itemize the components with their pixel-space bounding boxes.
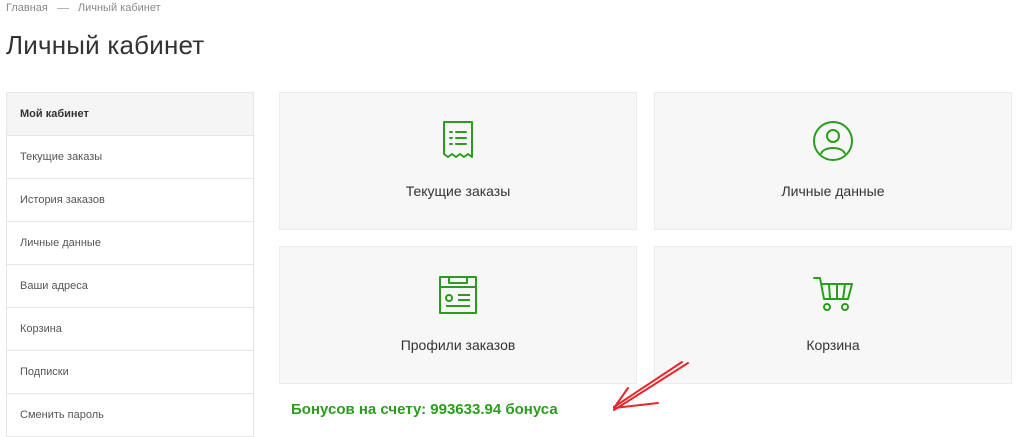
- sidebar-item-subscriptions[interactable]: Подписки: [7, 351, 253, 394]
- profile-form-icon: [436, 273, 480, 317]
- breadcrumb-separator: [56, 7, 69, 9]
- sidebar-item-current-orders[interactable]: Текущие заказы: [7, 136, 253, 179]
- cart-icon: [811, 273, 855, 317]
- card-current-orders[interactable]: Текущие заказы: [279, 92, 637, 230]
- card-label: Профили заказов: [400, 337, 516, 353]
- card-label: Личные данные: [781, 183, 885, 199]
- card-cart[interactable]: Корзина: [654, 246, 1012, 384]
- page-title: Личный кабинет: [6, 30, 205, 60]
- sidebar-item-cart[interactable]: Корзина: [7, 308, 253, 351]
- card-label: Корзина: [806, 337, 860, 353]
- card-personal-data[interactable]: Личные данные: [654, 92, 1012, 230]
- sidebar-item-change-password[interactable]: Сменить пароль: [7, 394, 253, 437]
- breadcrumb: Главная Личный кабинет: [6, 2, 161, 14]
- user-icon: [811, 119, 855, 163]
- sidebar-item-my-cabinet[interactable]: Мой кабинет: [7, 93, 253, 136]
- card-label: Текущие заказы: [405, 183, 511, 199]
- breadcrumb-current: Личный кабинет: [77, 2, 161, 14]
- card-order-profiles[interactable]: Профили заказов: [279, 246, 637, 384]
- receipt-icon: [436, 119, 480, 163]
- sidebar-item-personal-data[interactable]: Личные данные: [7, 222, 253, 265]
- bonus-balance: Бонусов на счету: 993633.94 бонуса: [291, 401, 558, 418]
- sidebar-menu: Мой кабинет Текущие заказы История заказ…: [6, 92, 254, 437]
- breadcrumb-home-link[interactable]: Главная: [6, 2, 48, 14]
- sidebar-item-order-history[interactable]: История заказов: [7, 179, 253, 222]
- sidebar-item-addresses[interactable]: Ваши адреса: [7, 265, 253, 308]
- annotation-arrow-icon: [613, 361, 689, 411]
